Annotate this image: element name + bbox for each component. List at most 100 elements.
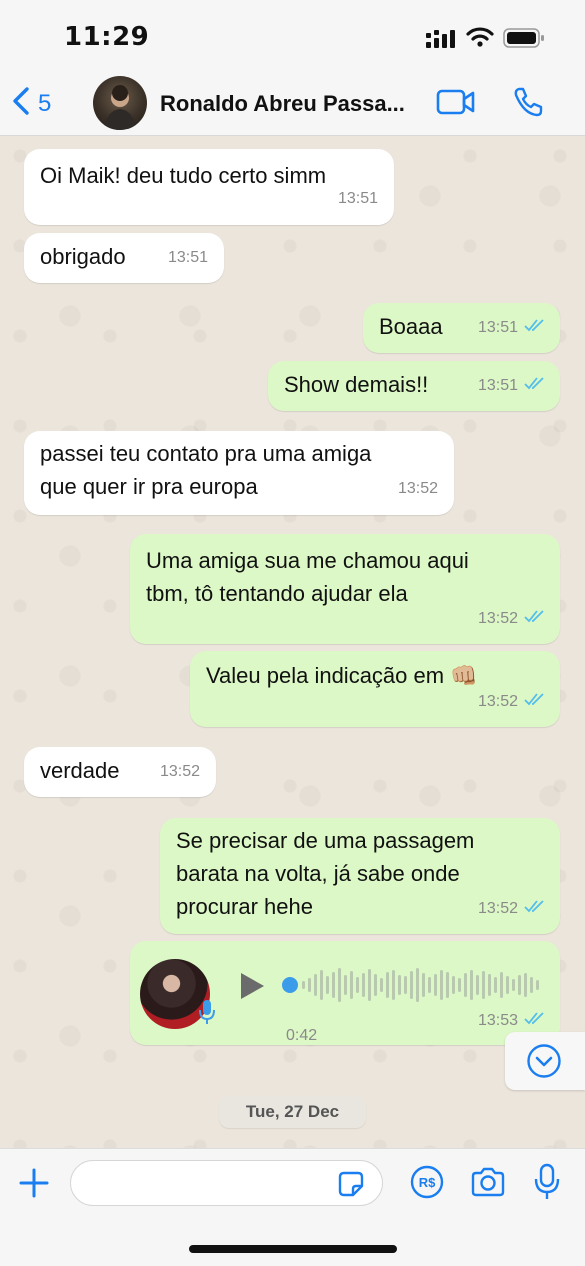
message-text-line: passei teu contato pra uma amiga [40,441,372,466]
message-text: Valeu pela indicação em 👊🏼 [206,663,478,688]
voice-duration: 0:42 [286,1027,318,1044]
plus-icon [18,1168,50,1203]
waveform-bar [314,974,317,996]
message-text-line: procurar hehe [176,894,313,919]
message-text: Oi Maik! deu tudo certo simm [40,163,327,188]
message-text: Show demais!! [284,372,429,397]
cellular-signal-icon [426,30,458,53]
chevron-left-icon [12,86,30,121]
double-check-icon [524,892,546,925]
waveform-bar [398,975,401,995]
waveform-bar [464,973,467,997]
double-check-icon [524,602,546,635]
message-list[interactable]: Oi Maik! deu tudo certo simm 13:51 obrig… [0,136,585,1148]
message-text: Boaaa [379,314,443,339]
sticker-button[interactable] [336,1169,366,1204]
waveform-bar [500,972,503,998]
waveform-bar [512,979,515,991]
scroll-to-bottom-button[interactable] [505,1032,585,1090]
message-text: verdade [40,758,120,783]
message-time: 13:52 [159,763,200,780]
waveform-bar [380,978,383,992]
voice-call-button[interactable] [512,86,544,123]
waveform-bar [530,977,533,993]
message-text-line: Uma amiga sua me chamou aqui [146,548,469,573]
record-voice-button[interactable] [534,1163,560,1206]
composer-bar: R$ [0,1148,585,1266]
message-incoming[interactable]: obrigado 13:51 [24,233,224,283]
message-time: 13:52 [397,480,438,497]
video-camera-icon [436,89,476,120]
message-incoming[interactable]: passei teu contato pra uma amiga que que… [24,431,454,515]
svg-text:R$: R$ [419,1175,436,1190]
waveform-bar [452,976,455,994]
status-bar: 11:29 [0,0,585,74]
waveform-bar [416,968,419,1002]
payment-button[interactable]: R$ [410,1165,444,1204]
attach-button[interactable] [18,1167,50,1204]
microphone-icon [198,999,216,1034]
waveform-bar [350,971,353,999]
message-text-line: Se precisar de uma passagem [176,828,475,853]
waveform-bar [392,970,395,1000]
message-time: 13:52 [477,899,518,917]
waveform-bar [386,972,389,998]
double-check-icon [524,311,546,344]
double-check-icon [524,369,546,402]
waveform-bar [320,970,323,1000]
waveform-bar [482,971,485,999]
message-outgoing[interactable]: Valeu pela indicação em 👊🏼 13:52 [190,651,560,727]
waveform-bar [458,978,461,992]
waveform-bar [470,970,473,1000]
message-outgoing[interactable]: Uma amiga sua me chamou aqui tbm, tô ten… [130,534,560,644]
waveform-bar [344,975,347,995]
battery-icon [503,28,545,53]
message-incoming[interactable]: Oi Maik! deu tudo certo simm 13:51 [24,149,394,225]
message-time: 13:51 [477,376,518,394]
back-button[interactable]: 5 [12,86,51,121]
message-incoming[interactable]: verdade 13:52 [24,747,216,797]
waveform-bar [536,980,539,990]
status-time: 11:29 [64,22,150,52]
message-time: 13:51 [337,190,378,207]
wifi-icon [466,26,494,53]
waveform-bar [308,978,311,992]
date-separator: Tue, 27 Dec [219,1096,366,1128]
unread-count: 5 [38,89,52,117]
waveform-bar [332,972,335,998]
camera-icon [470,1167,506,1201]
phone-icon [512,87,544,122]
microphone-icon [534,1163,560,1205]
waveform-bar [404,976,407,994]
message-time: 13:51 [167,249,208,266]
waveform-bar [326,976,329,994]
contact-avatar[interactable] [93,76,147,130]
playback-position-dot [282,977,298,993]
voice-message[interactable]: 0:42 13:53 [130,941,560,1045]
double-check-icon [524,685,546,718]
chevron-down-circle-icon [526,1043,562,1084]
waveform-bar [368,969,371,1001]
message-outgoing[interactable]: Boaaa 13:51 [363,303,560,353]
message-text-line: que quer ir pra europa [40,474,258,499]
video-call-button[interactable] [436,88,476,121]
camera-button[interactable] [470,1167,506,1202]
message-outgoing[interactable]: Show demais!! 13:51 [268,361,560,411]
message-time: 13:52 [477,609,518,627]
waveform-bar [422,973,425,997]
waveform-bar [440,970,443,1000]
waveform-bar [524,973,527,997]
waveform-bar [488,974,491,996]
message-text-line: tbm, tô tentando ajudar ela [146,581,408,606]
message-time: 13:53 [477,1011,518,1029]
play-button[interactable] [238,971,266,1010]
waveform-bar [338,968,341,1002]
message-outgoing[interactable]: Se precisar de uma passagem barata na vo… [160,818,560,934]
waveform-bar [476,975,479,995]
rs-currency-icon: R$ [410,1165,444,1203]
waveform-bar [434,974,437,996]
waveform-bar [494,977,497,993]
message-time: 13:52 [477,692,518,710]
waveform-bar [410,971,413,999]
contact-name[interactable]: Ronaldo Abreu Passa... [160,91,405,117]
